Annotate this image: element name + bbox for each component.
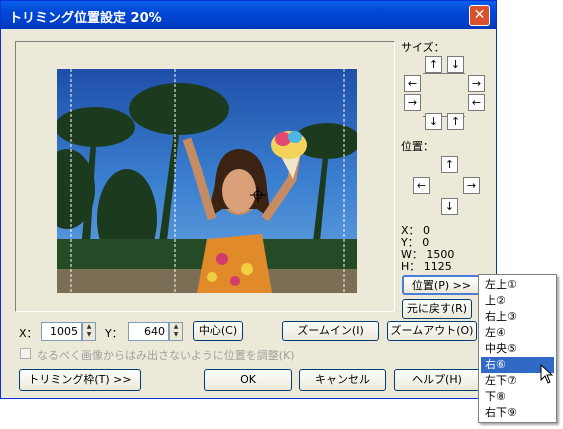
menu-item-center[interactable]: 中央⑤ [481,341,554,357]
x-label: X： [19,327,38,340]
center-button[interactable]: 中心(C) [193,321,243,341]
reset-button[interactable]: 元に戻す(R) [402,299,472,319]
menu-item-left[interactable]: 左④ [481,325,554,341]
move-left-button[interactable]: ← [413,177,430,194]
trimming-dialog: トリミング位置設定 20% ✕ サイズ： ↑ ↓ ← → → ← ↓ ↑ 位置：… [0,0,497,399]
help-button[interactable]: ヘルプ(H) [394,369,480,391]
move-up-button[interactable]: ↑ [441,156,458,173]
zoom-out-button[interactable]: ズームアウト(O) [387,321,477,341]
position-dropdown-menu: 左上① 上② 右上③ 左④ 中央⑤ 右⑥ 左下⑦ 下⑧ 右下⑨ [478,274,557,423]
zoom-in-button[interactable]: ズームイン(I) [282,321,379,341]
trim-frame-button[interactable]: トリミング枠(T) >> [19,369,141,391]
menu-item-top-left[interactable]: 左上① [481,277,554,293]
size-left-in-button[interactable]: → [404,94,421,111]
size-bottom-up-button[interactable]: ↑ [447,113,464,130]
size-top-down-button[interactable]: ↓ [447,56,464,73]
y-label: Y： [105,327,123,340]
y-spinner[interactable]: ▲ ▼ [169,322,183,341]
mouse-cursor-icon [540,364,554,384]
menu-item-bottom[interactable]: 下⑧ [481,389,554,405]
size-right-out-button[interactable]: → [468,75,485,92]
position-label: 位置： [401,140,434,153]
size-right-in-button[interactable]: ← [468,94,485,111]
preview-photo[interactable] [57,69,357,293]
move-right-button[interactable]: → [463,177,480,194]
menu-item-bottom-right[interactable]: 右下⑨ [481,405,554,421]
title-bar[interactable]: トリミング位置設定 20% ✕ [1,1,496,29]
size-left-out-button[interactable]: ← [404,75,421,92]
adjust-position-label: なるべく画像からはみ出さないように位置を調整(K) [37,349,295,362]
position-menu-button[interactable]: 位置(P) >> [402,275,481,295]
ok-button[interactable]: OK [204,369,292,391]
menu-item-top[interactable]: 上② [481,293,554,309]
size-top-up-button[interactable]: ↑ [425,56,442,73]
x-input[interactable]: 1005 [41,322,82,341]
move-down-button[interactable]: ↓ [441,198,458,215]
size-panel-frame [423,73,465,117]
cancel-button[interactable]: キャンセル [299,369,386,391]
y-input[interactable]: 640 [128,322,169,341]
size-label: サイズ： [401,41,445,54]
x-spinner[interactable]: ▲ ▼ [82,322,96,341]
close-button[interactable]: ✕ [469,5,490,26]
size-bottom-down-button[interactable]: ↓ [425,113,442,130]
readout-h: H： 1125 [401,260,452,273]
photo-image [57,69,357,293]
menu-item-top-right[interactable]: 右上③ [481,309,554,325]
window-title: トリミング位置設定 20% [9,11,162,26]
adjust-position-checkbox[interactable] [20,348,31,359]
